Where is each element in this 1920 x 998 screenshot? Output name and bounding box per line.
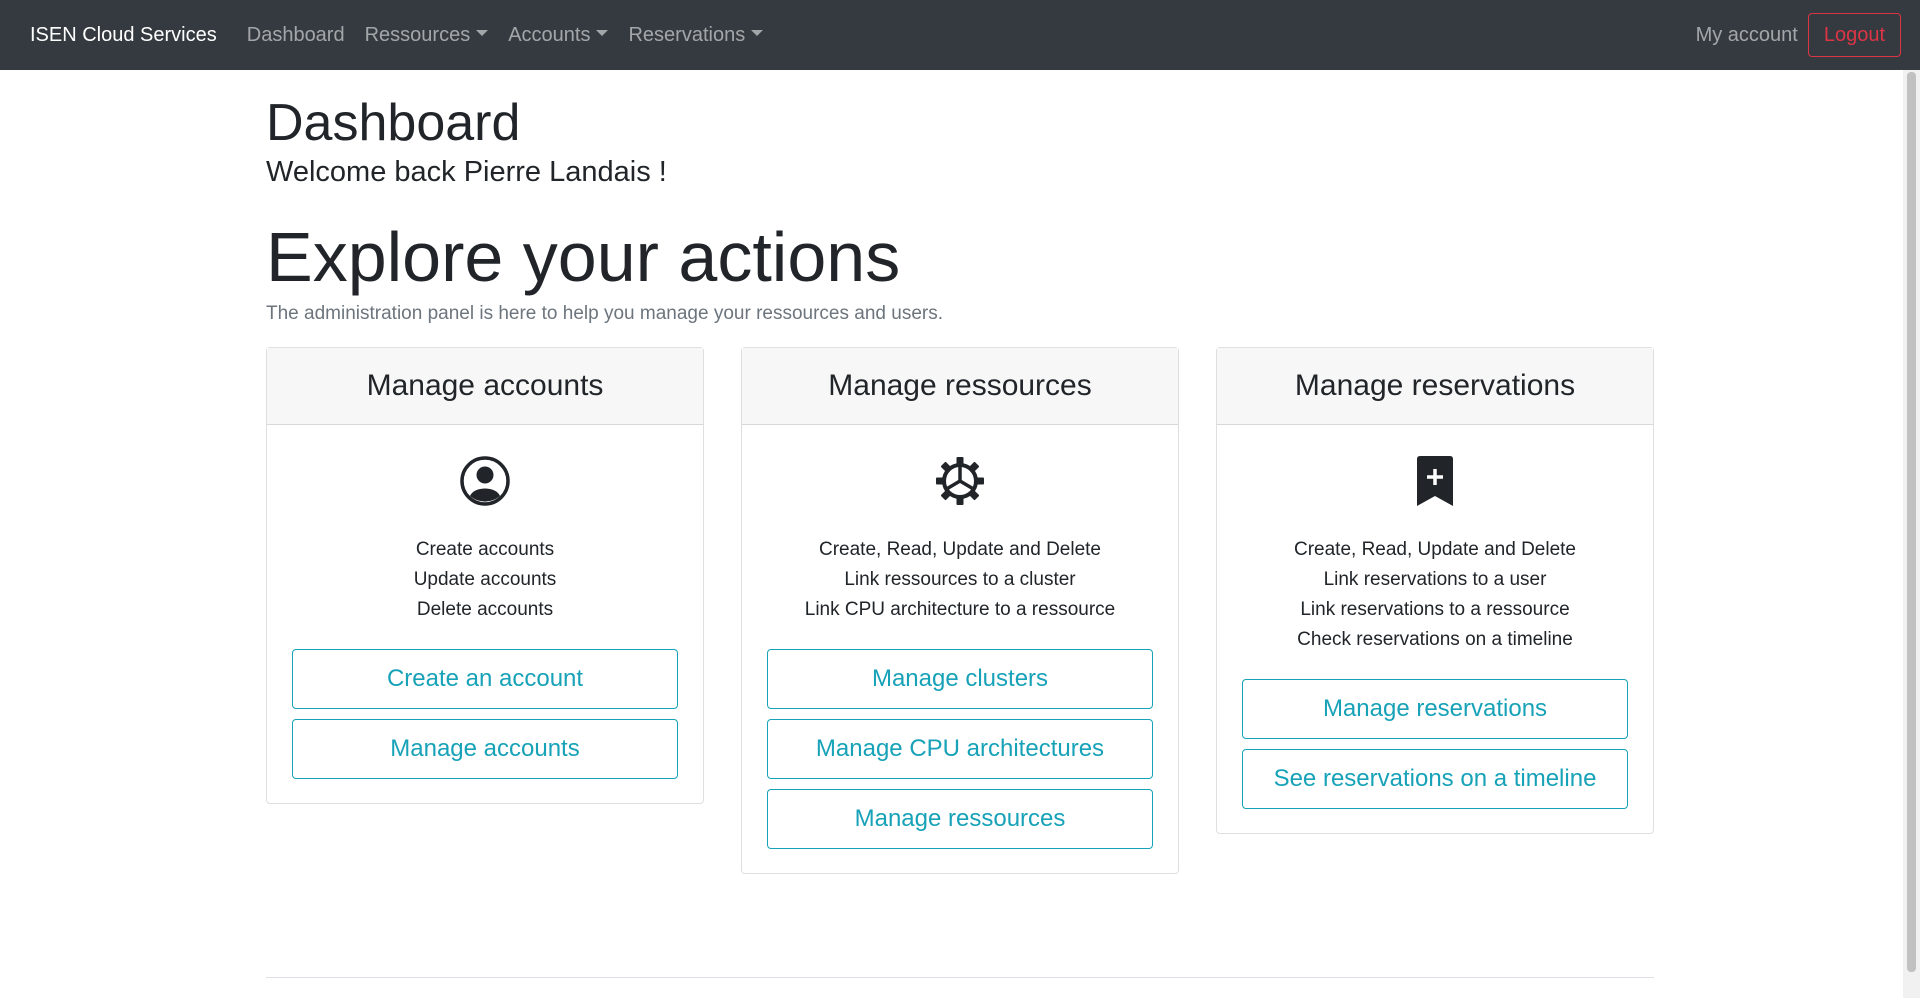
scrollbar-thumb[interactable] [1907,72,1916,972]
card-header: Manage ressources [742,348,1178,426]
feature-item: Link CPU architecture to a ressource [804,599,1116,621]
caret-down-icon [751,30,764,36]
manage-clusters-button[interactable]: Manage clusters [767,649,1153,710]
nav-dashboard[interactable]: Dashboard [247,24,345,47]
nav-accounts-dropdown[interactable]: Accounts [508,23,609,47]
card-manage-ressources: Manage ressources Create, Read, Update a… [741,347,1179,875]
welcome-message: Welcome back Pierre Landais ! [266,156,667,189]
create-account-button[interactable]: Create an account [292,649,678,710]
top-navbar: ISEN Cloud Services Dashboard Ressources… [0,0,1920,70]
main-content: Dashboard Welcome back Pierre Landais ! … [266,70,1654,875]
footer-divider [266,977,1654,978]
manage-reservations-button[interactable]: Manage reservations [1242,679,1628,740]
nav-ressources-label: Ressources [364,23,471,46]
feature-item: Link reservations to a user [1323,569,1547,591]
nav-dashboard-label: Dashboard [246,23,345,46]
lead-text: The administration panel is here to help… [266,303,943,325]
feature-item: Create, Read, Update and Delete [1293,539,1576,561]
nav-right: My account Logout [1696,13,1901,57]
card-header: Manage accounts [267,348,703,426]
feature-list: Create, Read, Update and Delete Link res… [767,535,1153,625]
nav-ressources-dropdown[interactable]: Ressources [365,24,489,47]
nav-reservations-dropdown[interactable]: Reservations [628,23,764,47]
feature-list: Create accounts Update accounts Delete a… [292,535,678,625]
reservations-timeline-button[interactable]: See reservations on a timeline [1242,749,1628,810]
feature-item: Delete accounts [416,599,554,621]
card-body: Create, Read, Update and Delete Link res… [1217,425,1653,833]
feature-item: Update accounts [413,569,557,591]
card-manage-accounts: Manage accounts Create accounts Update a… [266,347,704,805]
manage-ressources-button[interactable]: Manage ressources [767,789,1153,850]
logout-button[interactable]: Logout [1807,13,1901,57]
bookmark-plus-icon [1417,456,1453,507]
page-title: Dashboard [266,94,521,152]
manage-cpu-architectures-button[interactable]: Manage CPU architectures [767,719,1153,780]
feature-item: Check reservations on a timeline [1297,629,1573,651]
user-circle-icon [460,456,510,506]
card-header: Manage reservations [1217,348,1653,426]
vertical-scrollbar[interactable] [1903,70,1920,998]
card-body: Create accounts Update accounts Delete a… [267,425,703,803]
card-body: Create, Read, Update and Delete Link res… [742,425,1178,873]
explore-heading: Explore your actions [266,218,901,297]
gear-icon [936,457,984,506]
feature-list: Create, Read, Update and Delete Link res… [1242,535,1628,655]
nav-reservations-label: Reservations [628,23,746,46]
brand-link[interactable]: ISEN Cloud Services [30,24,217,47]
feature-item: Link ressources to a cluster [844,569,1076,591]
action-cards: Manage accounts Create accounts Update a… [266,347,1654,875]
my-account-link[interactable]: My account [1696,24,1798,47]
feature-item: Create accounts [415,539,555,561]
feature-item: Link reservations to a ressource [1300,599,1570,621]
caret-down-icon [596,30,609,36]
manage-accounts-button[interactable]: Manage accounts [292,719,678,780]
caret-down-icon [476,30,489,36]
card-manage-reservations: Manage reservations Create, Read, Update… [1216,347,1654,835]
feature-item: Create, Read, Update and Delete [818,539,1101,561]
nav-accounts-label: Accounts [508,23,591,46]
